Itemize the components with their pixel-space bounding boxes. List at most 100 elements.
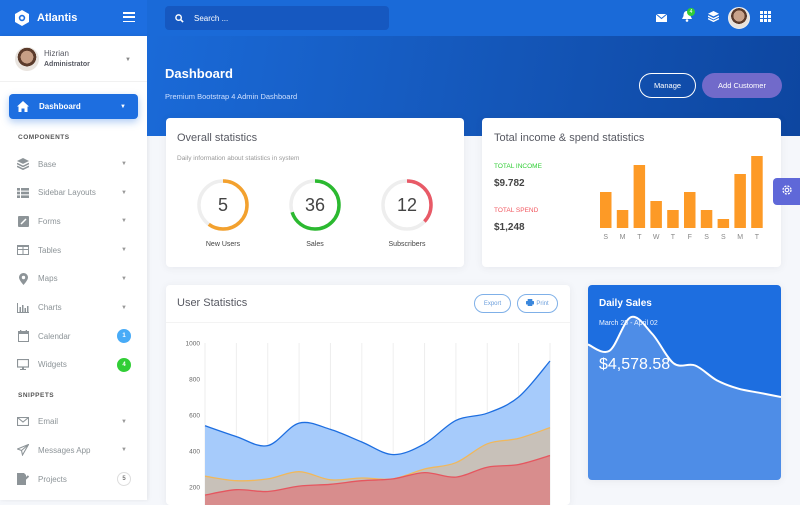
user-statistics-chart: 1000800600400200 [166,325,570,505]
sidebar: Hizrian Administrator ▼ Dashboard ▼ COMP… [0,36,147,500]
stat-label: Subscribers [380,241,434,248]
bar-label: S [721,234,726,241]
bar [600,192,612,228]
stat-label: Sales [288,241,342,248]
sidebar-item-base[interactable]: Base▼ [0,150,147,178]
stat-circle-subscribers: 12 Subscribers [380,178,434,248]
sidebar-item-sidebar-layouts[interactable]: Sidebar Layouts▼ [0,179,147,207]
sidebar-item-widgets[interactable]: Widgets4 [0,351,147,379]
sidebar-badge: 5 [117,472,131,486]
bar-label: S [603,234,608,241]
sales-amount: $4,578.58 [599,356,670,374]
table-icon [17,244,29,256]
app-name[interactable]: Atlantis [37,12,77,24]
overall-statistics-card: Overall statistics Daily information abo… [166,118,464,267]
sidebar-item-label: Calendar [38,332,70,341]
calendar-icon [17,330,29,342]
export-button[interactable]: Export [474,294,511,313]
sidebar-item-label: Maps [38,274,58,283]
sidebar-item-calendar[interactable]: Calendar 1 [0,322,147,350]
y-tick-label: 400 [189,449,200,456]
settings-button[interactable] [773,178,800,205]
sidebar-item-label: Sidebar Layouts [38,188,96,197]
sidebar-item-tables[interactable]: Tables ▼ [0,236,147,264]
stat-circle-sales: 36 Sales [288,178,342,248]
income-spend-card: Total income & spend statistics TOTAL IN… [482,118,781,267]
card-title: Total income & spend statistics [494,132,644,144]
file-signature-icon [17,473,29,485]
avatar [728,7,750,29]
apps-grid-icon [760,9,771,27]
caret-down-icon: ▼ [121,305,127,311]
bar [667,210,679,228]
apps-button[interactable] [752,0,778,36]
add-customer-button[interactable]: Add Customer [702,73,782,98]
sidebar-item-email[interactable]: Email ▼ [0,408,147,436]
bar-label: S [704,234,709,241]
logo-bar: Atlantis [0,0,147,36]
bar-label: W [653,234,660,241]
bar [634,165,646,228]
card-title: Daily Sales [599,298,652,309]
total-income-value: $9.782 [494,178,525,189]
sidebar-item-charts[interactable]: Charts ▼ [0,294,147,322]
caret-down-icon: ▼ [121,276,127,282]
sidebar-item-dashboard[interactable]: Dashboard ▼ [9,94,138,119]
sidebar-item-label: Messages App [38,446,90,455]
messages-button[interactable] [648,0,674,36]
daily-sales-card: Daily Sales March 25 - April 02 $4,578.5… [588,285,781,480]
desktop-icon [17,359,29,371]
bar [751,156,763,228]
user-avatar [15,47,39,71]
date-range: March 25 - April 02 [599,320,658,327]
income-bar-chart: SMTWTFSSMT [594,150,774,250]
sidebar-item-forms[interactable]: Forms▼ [0,207,147,235]
user-profile[interactable]: Hizrian Administrator ▼ [0,36,147,82]
y-tick-label: 800 [189,377,200,384]
bar [684,192,696,228]
sidebar-item-label: Dashboard [39,102,81,111]
bar [701,210,713,228]
bar-label: F [688,234,692,241]
stat-value: 5 [196,178,250,232]
search-input[interactable]: Search ... [165,6,389,30]
sidebar-item-label: Charts [38,303,62,312]
caret-down-icon: ▼ [121,447,127,453]
sidebar-item-messages-app[interactable]: Messages App ▼ [0,436,147,464]
notifications-button[interactable]: 4 [674,0,700,36]
stat-value: 36 [288,178,342,232]
stat-value: 12 [380,178,434,232]
sidebar-item-label: Widgets [38,360,67,369]
envelope-icon [17,416,29,428]
total-spend-label: TOTAL SPEND [494,207,538,214]
user-avatar-button[interactable] [726,0,752,36]
card-title: User Statistics [177,297,247,309]
caret-down-icon: ▼ [121,218,127,224]
page-subtitle: Premium Bootstrap 4 Admin Dashboard [165,92,297,101]
layers-icon [708,9,719,27]
caret-down-icon: ▼ [121,419,127,425]
sidebar-item-label: Email [38,417,58,426]
bar [734,174,746,228]
search-icon [175,14,184,23]
hamburger-menu-icon[interactable] [123,12,135,22]
sidebar-item-label: Projects [38,475,67,484]
stat-label: New Users [196,241,250,248]
bar [650,201,662,228]
daily-sales-chart [588,285,781,480]
manage-button[interactable]: Manage [639,73,696,98]
print-button[interactable]: Print [517,294,558,313]
bar-label: T [755,234,760,241]
caret-down-icon: ▼ [121,247,127,253]
sidebar-item-label: Tables [38,246,61,255]
sidebar-badge: 1 [117,329,131,343]
sidebar-item-projects[interactable]: Projects 5 [0,465,147,493]
print-label: Print [536,301,548,307]
search-placeholder: Search ... [194,14,228,23]
total-spend-value: $1,248 [494,222,525,233]
bar-label: M [737,234,743,241]
sidebar-item-maps[interactable]: Maps ▼ [0,265,147,293]
caret-down-icon[interactable]: ▼ [125,57,131,63]
stat-circle-new-users: 5 New Users [196,178,250,248]
quick-actions-button[interactable] [700,0,726,36]
